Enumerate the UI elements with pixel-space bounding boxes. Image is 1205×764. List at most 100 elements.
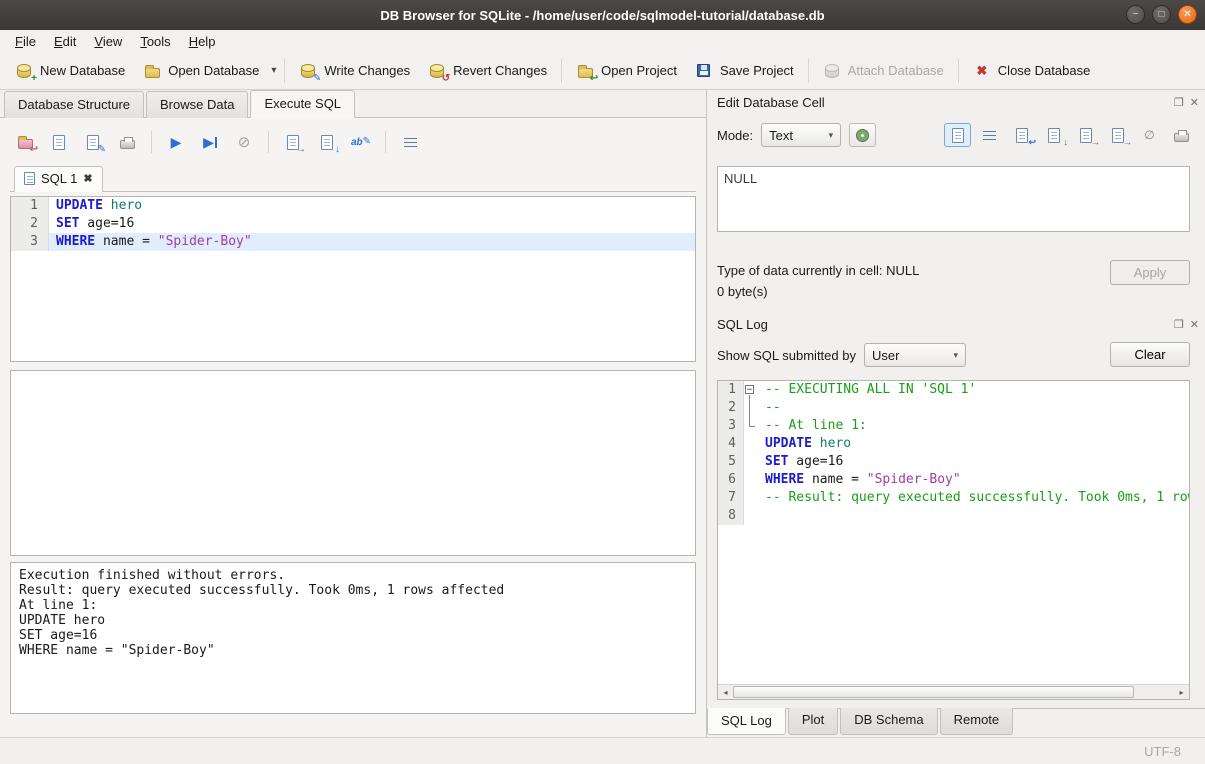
tab-plot[interactable]: Plot: [788, 708, 838, 735]
minimize-icon[interactable]: −: [1126, 5, 1145, 24]
tab-execute-sql[interactable]: Execute SQL: [250, 90, 355, 118]
cell-info-row: Type of data currently in cell: NULL 0 b…: [717, 260, 1190, 302]
code-text: WHERE name = "Spider-Boy": [49, 233, 695, 251]
menu-view[interactable]: View: [85, 32, 131, 51]
menu-help[interactable]: Help: [180, 32, 225, 51]
save-project-button[interactable]: Save Project: [686, 57, 803, 85]
tab-remote[interactable]: Remote: [940, 708, 1014, 735]
sql-log-filter-row: Show SQL submitted by User ▾ Clear: [717, 342, 1190, 368]
log-line: 8: [718, 507, 1189, 525]
code-text: UPDATE hero: [49, 197, 695, 215]
main-toolbar: + New Database Open Database ▾ ✎ Write C…: [0, 52, 1205, 90]
statusbar: UTF-8: [0, 737, 1205, 764]
open-database-icon: [143, 62, 161, 80]
chevron-down-icon: ▾: [953, 350, 958, 361]
window-title: DB Browser for SQLite - /home/user/code/…: [380, 8, 824, 23]
sql-tab-label: SQL 1: [41, 171, 77, 186]
print-icon[interactable]: [1168, 123, 1195, 147]
filter-label: Show SQL submitted by: [717, 348, 856, 363]
import-icon[interactable]: →: [1072, 123, 1099, 147]
execute-current-line-icon[interactable]: ▶: [195, 128, 225, 156]
menubar: File Edit View Tools Help: [0, 30, 1205, 52]
sql-editor[interactable]: 1 UPDATE hero 2 SET age=16 3 WHERE name …: [10, 196, 696, 362]
float-panel-icon[interactable]: ❐: [1174, 96, 1184, 109]
fold-collapse-icon[interactable]: −: [744, 381, 758, 399]
menu-file[interactable]: File: [6, 32, 45, 51]
window-controls: − □ ✕: [1126, 5, 1197, 24]
word-wrap-icon[interactable]: [976, 123, 1003, 147]
tab-db-schema[interactable]: DB Schema: [840, 708, 937, 735]
close-database-button[interactable]: ✖ Close Database: [964, 57, 1100, 85]
menu-tools[interactable]: Tools: [131, 32, 179, 51]
line-number: 2: [11, 215, 49, 233]
save-sql-file-icon[interactable]: ✎: [78, 128, 108, 156]
new-database-icon: +: [15, 62, 33, 80]
line-number: 3: [11, 233, 49, 251]
print-icon[interactable]: [112, 128, 142, 156]
log-line: 2 --: [718, 399, 1189, 417]
open-sql-file-icon[interactable]: [44, 128, 74, 156]
titlebar[interactable]: DB Browser for SQLite - /home/user/code/…: [0, 0, 1205, 30]
sql-file-icon: [24, 172, 35, 185]
close-icon[interactable]: ✕: [1178, 5, 1197, 24]
horizontal-scrollbar[interactable]: ◂ ▸: [718, 684, 1189, 699]
close-panel-icon[interactable]: ✕: [1190, 318, 1199, 331]
sql-log-title: SQL Log: [717, 317, 768, 332]
tab-browse-data[interactable]: Browse Data: [146, 91, 248, 118]
results-grid[interactable]: [10, 370, 696, 556]
write-changes-button[interactable]: ✎ Write Changes: [290, 57, 419, 85]
execute-all-icon[interactable]: ▶: [161, 128, 191, 156]
cell-content-editor[interactable]: NULL: [717, 166, 1190, 232]
encoding-indicator[interactable]: UTF-8: [1144, 744, 1181, 759]
main-panel: Database Structure Browse Data Execute S…: [0, 90, 707, 737]
toolbar-separator: [958, 59, 959, 83]
open-file-icon[interactable]: ↩: [1008, 123, 1035, 147]
word-wrap-icon[interactable]: [395, 128, 425, 156]
side-panel: Edit Database Cell ❐ ✕ Mode: Text ▾ ↩ ↓: [707, 90, 1205, 737]
scroll-left-icon[interactable]: ◂: [718, 688, 733, 697]
open-database-button[interactable]: Open Database: [134, 57, 268, 85]
cell-editor-title: Edit Database Cell: [717, 95, 825, 110]
export-icon[interactable]: →: [1104, 123, 1131, 147]
open-in-new-tab-icon[interactable]: →: [278, 128, 308, 156]
float-panel-icon[interactable]: ❐: [1174, 318, 1184, 331]
scrollbar-thumb[interactable]: [733, 686, 1134, 698]
cell-value: NULL: [724, 171, 757, 186]
tab-database-structure[interactable]: Database Structure: [4, 91, 144, 118]
sql-log-view[interactable]: 1 − -- EXECUTING ALL IN 'SQL 1' 2 -- 3 -…: [717, 380, 1190, 700]
save-file-icon[interactable]: ↓: [1040, 123, 1067, 147]
chevron-down-icon: ▾: [829, 130, 834, 141]
save-results-icon[interactable]: ↓: [312, 128, 342, 156]
text-mode-icon[interactable]: [944, 123, 971, 147]
close-sql-tab-icon[interactable]: ✖: [83, 172, 92, 185]
code-line-current: 3 WHERE name = "Spider-Boy": [11, 233, 695, 251]
code-line: 1 UPDATE hero: [11, 197, 695, 215]
cell-editor-icons: ↩ ↓ → → ∅: [944, 123, 1195, 147]
menu-edit[interactable]: Edit: [45, 32, 85, 51]
toolbar-separator: [284, 59, 285, 83]
sql-tab[interactable]: SQL 1 ✖: [14, 166, 103, 192]
revert-changes-button[interactable]: ↺ Revert Changes: [419, 57, 556, 85]
auto-switch-mode-button[interactable]: [849, 123, 876, 147]
open-project-button[interactable]: ↩ Open Project: [567, 57, 686, 85]
set-null-icon[interactable]: ∅: [1136, 123, 1163, 147]
new-sql-tab-icon[interactable]: ↩: [10, 128, 40, 156]
clear-log-button[interactable]: Clear: [1110, 342, 1190, 367]
sql-toolbar: ↩ ✎ ▶ ▶ ⊘ → ↓ ab✎: [10, 124, 696, 160]
gear-icon: [856, 129, 869, 142]
execute-sql-page: ↩ ✎ ▶ ▶ ⊘ → ↓ ab✎: [0, 118, 706, 736]
main-tabbar: Database Structure Browse Data Execute S…: [0, 90, 706, 118]
new-database-button[interactable]: + New Database: [6, 57, 134, 85]
scroll-right-icon[interactable]: ▸: [1174, 688, 1189, 697]
toolbar-separator: [385, 131, 386, 153]
toolbar-separator: [268, 131, 269, 153]
log-filter-select[interactable]: User ▾: [864, 343, 966, 367]
tab-sql-log[interactable]: SQL Log: [707, 708, 786, 735]
cell-editor-toolbar: Mode: Text ▾ ↩ ↓ → → ∅: [717, 122, 1195, 148]
find-replace-icon[interactable]: ab✎: [346, 128, 376, 156]
bottom-tabbar: SQL Log Plot DB Schema Remote: [707, 708, 1205, 735]
mode-select[interactable]: Text ▾: [761, 123, 841, 147]
maximize-icon[interactable]: □: [1152, 5, 1171, 24]
close-panel-icon[interactable]: ✕: [1190, 96, 1199, 109]
open-database-dropdown-icon[interactable]: ▾: [268, 60, 279, 81]
